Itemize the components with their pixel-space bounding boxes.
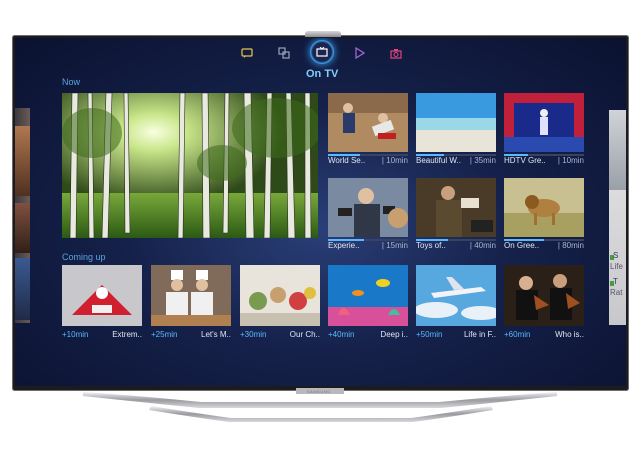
program-title: Let's M.. — [201, 330, 231, 339]
program-duration: | 80min — [557, 241, 584, 250]
program-title: Who is.. — [555, 330, 584, 339]
program-title: World Se.. — [328, 156, 366, 165]
coming-up-tile[interactable]: +50min Life in F.. — [416, 265, 496, 343]
start-offset: +50min — [416, 330, 443, 339]
program-title: Toys of.. — [416, 241, 446, 250]
now-tile[interactable]: On Gree.. | 80min — [504, 178, 584, 253]
start-offset: +30min — [240, 330, 267, 339]
now-playing-featured[interactable] — [62, 93, 318, 238]
social-hub-icon[interactable] — [238, 44, 256, 62]
program-title: Experie.. — [328, 241, 360, 250]
now-tile[interactable]: Beautiful W.. | 35min — [416, 93, 496, 168]
now-tile[interactable]: HDTV Gre.. | 10min — [504, 93, 584, 168]
program-duration: | 35min — [469, 156, 496, 165]
tv-icon[interactable] — [310, 40, 334, 64]
selected-nav-label: On TV — [306, 68, 339, 80]
tv-screen: S Life T Rat On TV Now World Se.. | 10mi… — [15, 38, 626, 386]
tv-camera — [305, 31, 341, 37]
program-title: Deep i.. — [380, 330, 408, 339]
program-duration: | 15min — [381, 241, 408, 250]
coming-up-tile[interactable]: +30min Our Ch.. — [240, 265, 320, 343]
brand-logo: SAMSUNG — [307, 389, 331, 394]
program-title: Extrem.. — [112, 330, 142, 339]
side-panel-text: T — [613, 277, 618, 286]
program-duration: | 10min — [381, 156, 408, 165]
program-title: On Gree.. — [504, 241, 540, 250]
start-offset: +60min — [504, 330, 531, 339]
coming-up-tile[interactable]: +25min Let's M.. — [151, 265, 231, 343]
play-icon[interactable] — [350, 44, 368, 62]
start-offset: +40min — [328, 330, 355, 339]
program-title: Beautiful W.. — [416, 156, 461, 165]
coming-up-tile[interactable]: +60min Who is.. — [504, 265, 584, 343]
program-title: HDTV Gre.. — [504, 156, 546, 165]
program-title: Life in F.. — [463, 330, 496, 339]
now-tile[interactable]: Toys of.. | 40min — [416, 178, 496, 253]
right-panel-peek[interactable]: S Life T Rat — [609, 110, 626, 325]
coming-up-tile[interactable]: +10min Extrem.. — [62, 265, 142, 343]
start-offset: +10min — [62, 330, 89, 339]
section-now-label: Now — [62, 77, 81, 87]
side-panel-text: Life — [610, 262, 623, 271]
program-title: Our Ch.. — [289, 330, 320, 339]
side-panel-text: S — [613, 251, 619, 260]
left-panel-peek[interactable] — [15, 108, 30, 323]
section-coming-up-label: Coming up — [62, 252, 106, 262]
coming-up-tile[interactable]: +40min Deep i.. — [328, 265, 408, 343]
program-duration: | 10min — [557, 156, 584, 165]
start-offset: +25min — [151, 330, 178, 339]
now-tile[interactable]: Experie.. | 15min — [328, 178, 408, 253]
side-panel-text: Rat — [610, 288, 623, 297]
camera-icon[interactable] — [387, 44, 405, 62]
program-duration: | 40min — [469, 241, 496, 250]
apps-icon[interactable] — [275, 44, 293, 62]
now-tile[interactable]: World Se.. | 10min — [328, 93, 408, 168]
